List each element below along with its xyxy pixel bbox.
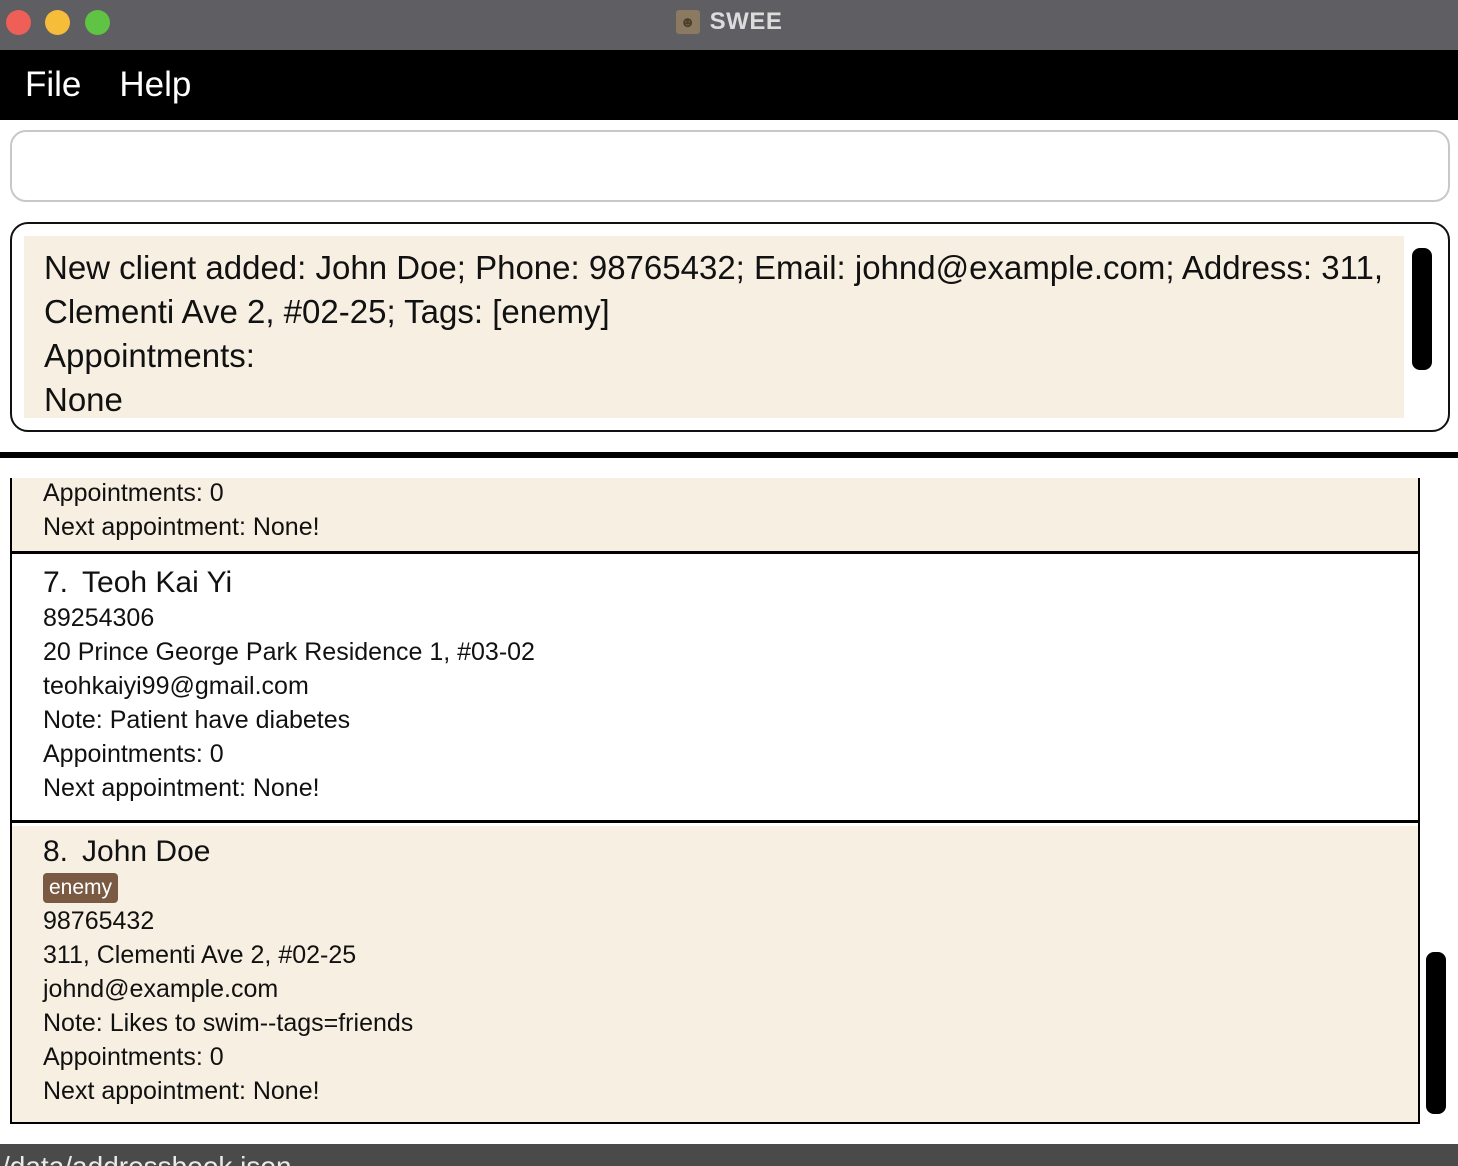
person-name: John Doe <box>82 835 211 868</box>
appointments-count: Appointments: 0 <box>43 740 224 768</box>
tag-list: enemy <box>43 870 1418 904</box>
next-appointment: Next appointment: None! <box>43 513 320 541</box>
person-card[interactable]: Appointments: 0 Next appointment: None! <box>12 478 1418 554</box>
menu-file[interactable]: File <box>25 65 81 105</box>
window-title: SWEE <box>709 8 783 35</box>
command-input[interactable] <box>12 132 1448 200</box>
command-box <box>10 130 1450 202</box>
appointments-count: Appointments: 0 <box>43 479 224 507</box>
appointments-count: Appointments: 0 <box>43 1043 224 1071</box>
person-card[interactable]: 7. Teoh Kai Yi 89254306 20 Prince George… <box>12 557 1418 823</box>
person-index: 8. <box>43 835 69 868</box>
person-email: teohkaiyi99@gmail.com <box>43 672 309 700</box>
person-list-scrollbar[interactable] <box>1426 952 1446 1114</box>
title-bar: ☻ SWEE <box>0 0 1458 50</box>
contact-book-icon: ☻ <box>675 10 700 34</box>
menu-bar: File Help <box>0 50 1458 120</box>
next-appointment: Next appointment: None! <box>43 1077 320 1105</box>
person-card[interactable]: 8. John Doe enemy 98765432 311, Clementi… <box>12 826 1418 1122</box>
person-note: Note: Likes to swim--tags=friends <box>43 1009 414 1037</box>
person-address: 311, Clementi Ave 2, #02-25 <box>43 941 357 969</box>
status-bar: /data/addressbook.json <box>0 1144 1458 1166</box>
person-name: Teoh Kai Yi <box>82 566 233 599</box>
person-phone: 98765432 <box>43 907 155 935</box>
person-list: Appointments: 0 Next appointment: None! … <box>10 478 1420 1124</box>
person-header: 8. John Doe <box>43 826 1418 870</box>
person-header: 7. Teoh Kai Yi <box>43 557 1418 601</box>
person-note: Note: Patient have diabetes <box>43 706 351 734</box>
person-index: 7. <box>43 566 69 599</box>
tag-badge: enemy <box>43 873 119 903</box>
menu-help[interactable]: Help <box>119 65 191 105</box>
person-email: johnd@example.com <box>43 975 279 1003</box>
save-location: /data/addressbook.json <box>2 1152 292 1166</box>
person-phone: 89254306 <box>43 604 155 632</box>
result-scrollbar[interactable] <box>1412 248 1432 370</box>
result-display: New client added: John Doe; Phone: 98765… <box>10 222 1450 432</box>
section-divider <box>0 452 1458 458</box>
result-message: New client added: John Doe; Phone: 98765… <box>24 236 1404 418</box>
next-appointment: Next appointment: None! <box>43 774 320 802</box>
person-address: 20 Prince George Park Residence 1, #03-0… <box>43 638 535 666</box>
window-title-group: ☻ SWEE <box>0 0 1458 44</box>
